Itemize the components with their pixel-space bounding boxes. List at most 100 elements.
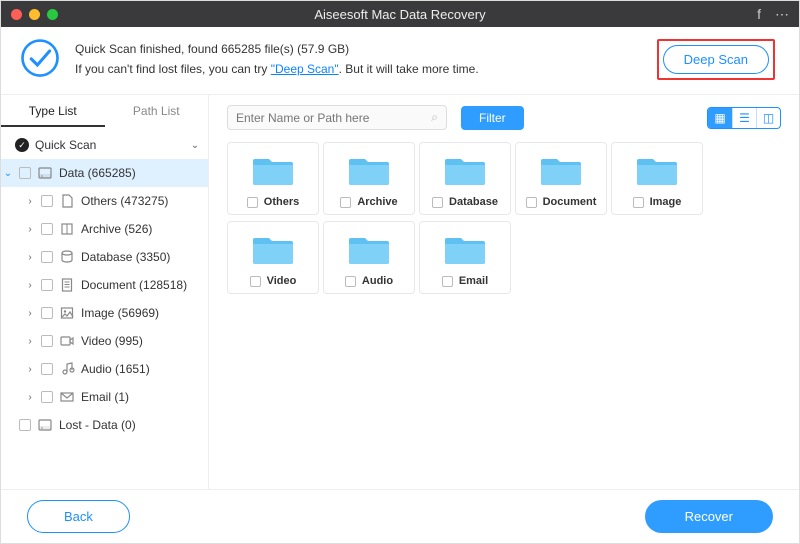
filter-button[interactable]: Filter <box>461 106 524 130</box>
chevron-right-icon[interactable]: › <box>25 252 35 263</box>
feedback-icon[interactable]: ⋯ <box>775 6 789 23</box>
grid-view-button[interactable]: ▦ <box>708 108 732 128</box>
checkmark-icon <box>15 138 29 152</box>
folder-icon <box>520 151 602 190</box>
toolbar: ⌕ Filter ▦ ☰ ◫ <box>209 95 799 136</box>
back-button[interactable]: Back <box>27 500 130 533</box>
fullscreen-window-button[interactable] <box>47 9 58 20</box>
checkbox[interactable] <box>345 276 356 287</box>
chevron-right-icon[interactable]: › <box>25 196 35 207</box>
checkbox[interactable] <box>41 223 53 235</box>
chevron-right-icon[interactable]: › <box>25 336 35 347</box>
folder-icon <box>424 230 506 269</box>
sidebar: Type List Path List Quick Scan ⌄ ⌄ Data … <box>1 95 209 489</box>
tree-item-archive[interactable]: ›Archive (526) <box>1 215 208 243</box>
tree-lost-data[interactable]: › Lost - Data (0) <box>1 411 208 439</box>
sidebar-tabs: Type List Path List <box>1 95 208 127</box>
folder-cell[interactable]: Others <box>227 142 319 215</box>
file-tree: Quick Scan ⌄ ⌄ Data (665285) ›Others (47… <box>1 127 208 489</box>
tree-item-audio[interactable]: ›Audio (1651) <box>1 355 208 383</box>
folder-label: Audio <box>362 275 393 287</box>
checkbox[interactable] <box>41 195 53 207</box>
email-icon <box>59 389 75 405</box>
checkbox[interactable] <box>526 197 537 208</box>
audio-icon <box>59 361 75 377</box>
chevron-right-icon[interactable]: › <box>25 280 35 291</box>
checkbox[interactable] <box>442 276 453 287</box>
minimize-window-button[interactable] <box>29 9 40 20</box>
folder-cell[interactable]: Email <box>419 221 511 294</box>
checkbox[interactable] <box>633 197 644 208</box>
folder-label: Image <box>650 196 682 208</box>
scan-hint-line: If you can't find lost files, you can tr… <box>75 60 479 79</box>
folder-icon <box>616 151 698 190</box>
checkbox[interactable] <box>247 197 258 208</box>
deep-scan-link[interactable]: "Deep Scan" <box>271 62 339 76</box>
document-icon <box>59 277 75 293</box>
checkbox[interactable] <box>19 419 31 431</box>
folder-icon <box>232 230 314 269</box>
checkbox[interactable] <box>250 276 261 287</box>
folder-label: Video <box>267 275 297 287</box>
chevron-down-icon[interactable]: ⌄ <box>190 140 200 151</box>
folder-cell[interactable]: Image <box>611 142 703 215</box>
chevron-right-icon[interactable]: › <box>25 364 35 375</box>
tree-item-database[interactable]: ›Database (3350) <box>1 243 208 271</box>
folder-label: Document <box>543 196 597 208</box>
folder-cell[interactable]: Archive <box>323 142 415 215</box>
recover-button[interactable]: Recover <box>645 500 773 533</box>
folder-label: Archive <box>357 196 397 208</box>
facebook-icon[interactable]: f <box>757 6 761 23</box>
main-panel: ⌕ Filter ▦ ☰ ◫ Others Archive Database Docu… <box>209 95 799 489</box>
view-toggle: ▦ ☰ ◫ <box>707 107 781 129</box>
archive-icon <box>59 221 75 237</box>
folder-cell[interactable]: Database <box>419 142 511 215</box>
checkbox[interactable] <box>340 197 351 208</box>
window-title: Aiseesoft Mac Data Recovery <box>1 7 799 22</box>
checkbox[interactable] <box>41 279 53 291</box>
folder-label: Email <box>459 275 488 287</box>
column-view-button[interactable]: ◫ <box>756 108 780 128</box>
tree-data-root[interactable]: ⌄ Data (665285) <box>1 159 208 187</box>
window-controls <box>11 9 58 20</box>
deep-scan-button[interactable]: Deep Scan <box>663 45 769 74</box>
chevron-right-icon[interactable]: › <box>25 308 35 319</box>
tree-item-others[interactable]: ›Others (473275) <box>1 187 208 215</box>
search-icon: ⌕ <box>431 110 438 125</box>
tree-quick-scan[interactable]: Quick Scan ⌄ <box>1 131 208 159</box>
deep-scan-highlight: Deep Scan <box>657 39 775 80</box>
list-view-button[interactable]: ☰ <box>732 108 756 128</box>
folder-icon <box>232 151 314 190</box>
scan-info-bar: Quick Scan finished, found 665285 file(s… <box>1 27 799 95</box>
checkbox[interactable] <box>41 307 53 319</box>
disk-icon <box>37 417 53 433</box>
chevron-right-icon[interactable]: › <box>25 392 35 403</box>
tab-type-list[interactable]: Type List <box>1 95 105 127</box>
search-input[interactable] <box>236 111 431 125</box>
footer: Back Recover <box>1 489 799 543</box>
tab-path-list[interactable]: Path List <box>105 95 209 127</box>
checkbox[interactable] <box>41 391 53 403</box>
chevron-right-icon[interactable]: › <box>25 224 35 235</box>
checkbox[interactable] <box>19 167 31 179</box>
tree-item-image[interactable]: ›Image (56969) <box>1 299 208 327</box>
folder-cell[interactable]: Video <box>227 221 319 294</box>
tree-item-video[interactable]: ›Video (995) <box>1 327 208 355</box>
folder-grid: Others Archive Database Document Image Video A… <box>209 136 799 489</box>
file-icon <box>59 193 75 209</box>
folder-cell[interactable]: Audio <box>323 221 415 294</box>
tree-item-email[interactable]: ›Email (1) <box>1 383 208 411</box>
chevron-down-icon[interactable]: ⌄ <box>3 168 13 179</box>
image-icon <box>59 305 75 321</box>
close-window-button[interactable] <box>11 9 22 20</box>
search-box[interactable]: ⌕ <box>227 105 447 130</box>
checkbox[interactable] <box>41 251 53 263</box>
checkbox[interactable] <box>41 335 53 347</box>
scan-status-line: Quick Scan finished, found 665285 file(s… <box>75 40 479 59</box>
checkbox[interactable] <box>432 197 443 208</box>
folder-label: Database <box>449 196 498 208</box>
folder-cell[interactable]: Document <box>515 142 607 215</box>
titlebar: Aiseesoft Mac Data Recovery f ⋯ <box>1 1 799 27</box>
checkbox[interactable] <box>41 363 53 375</box>
tree-item-document[interactable]: ›Document (128518) <box>1 271 208 299</box>
